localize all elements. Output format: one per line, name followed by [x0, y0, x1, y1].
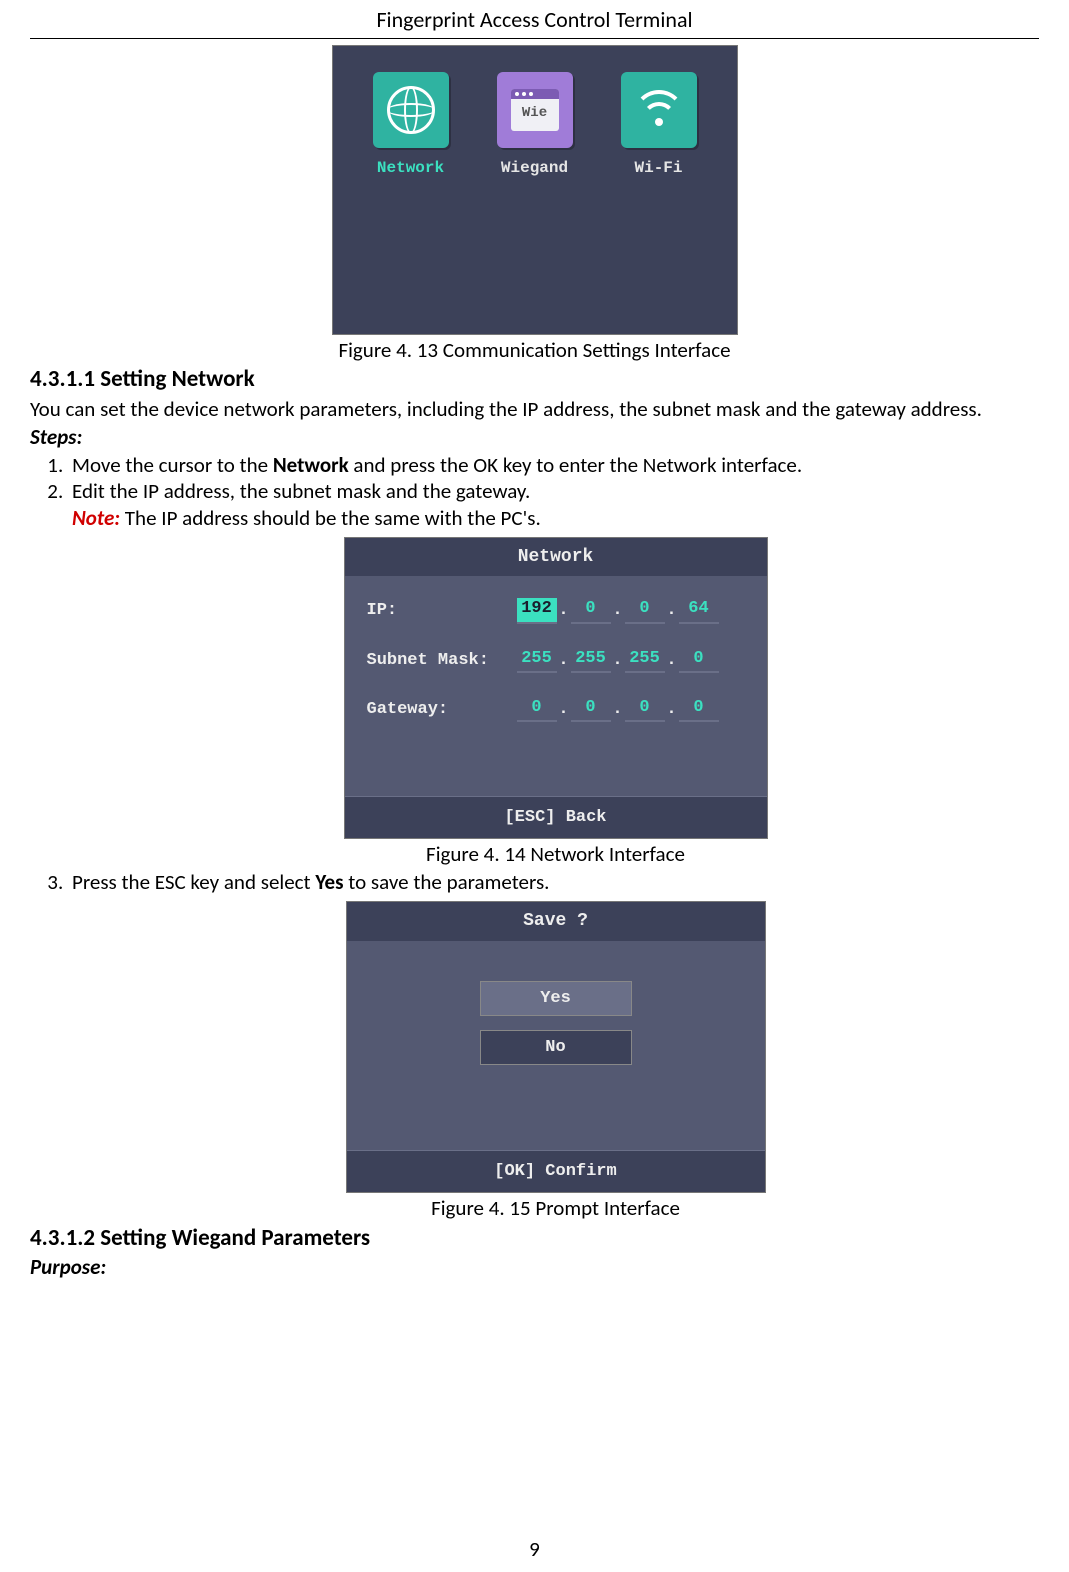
mask-octet-1[interactable]: 255: [517, 648, 557, 673]
figure-caption-13: Figure 4. 13 Communication Settings Inte…: [30, 337, 1039, 363]
ip-octet-2[interactable]: 0: [571, 598, 611, 623]
yes-button[interactable]: Yes: [480, 981, 632, 1016]
purpose-label: Purpose:: [30, 1254, 1039, 1280]
mask-octet-3[interactable]: 255: [625, 648, 665, 673]
network-title: Network: [345, 538, 767, 577]
intro-text: You can set the device network parameter…: [30, 396, 1039, 422]
menu-label-wifi: Wi-Fi: [634, 158, 682, 178]
save-title: Save ?: [347, 902, 765, 941]
wifi-icon: [621, 72, 697, 148]
esc-back[interactable]: [ESC] Back: [345, 796, 767, 838]
step-3: Press the ESC key and select Yes to save…: [68, 869, 1039, 1222]
page-header: Fingerprint Access Control Terminal: [30, 0, 1039, 39]
figure-comm-settings: Network Wie Wiegand Wi-Fi: [332, 45, 738, 335]
figure-network-interface: Network IP: 192. 0. 0. 64 Subnet Mask: 2…: [344, 537, 768, 839]
heading-setting-network: 4.3.1.1 Setting Network: [30, 365, 1039, 394]
figure-caption-15: Figure 4. 15 Prompt Interface: [72, 1195, 1039, 1221]
mask-octet-4[interactable]: 0: [679, 648, 719, 673]
mask-octet-2[interactable]: 255: [571, 648, 611, 673]
figure-prompt-interface: Save ? Yes No [OK] Confirm: [346, 901, 766, 1193]
gw-octet-3[interactable]: 0: [625, 697, 665, 722]
gw-octet-4[interactable]: 0: [679, 697, 719, 722]
gw-octet-1[interactable]: 0: [517, 697, 557, 722]
step-2: Edit the IP address, the subnet mask and…: [68, 478, 1039, 867]
menu-item-network[interactable]: Network: [364, 72, 458, 178]
wiegand-icon: Wie: [497, 72, 573, 148]
figure-caption-14: Figure 4. 14 Network Interface: [72, 841, 1039, 867]
row-gateway: Gateway: 0. 0. 0. 0: [367, 697, 745, 722]
ip-octet-1[interactable]: 192: [517, 598, 557, 623]
heading-wiegand: 4.3.1.2 Setting Wiegand Parameters: [30, 1224, 1039, 1253]
gw-octet-2[interactable]: 0: [571, 697, 611, 722]
menu-label-network: Network: [377, 158, 444, 178]
globe-icon: [373, 72, 449, 148]
steps-list: Move the cursor to the Network and press…: [68, 452, 1039, 1222]
no-button[interactable]: No: [480, 1030, 632, 1065]
menu-label-wiegand: Wiegand: [501, 158, 568, 178]
menu-item-wifi[interactable]: Wi-Fi: [612, 72, 706, 178]
note-label: Note:: [72, 505, 120, 531]
ok-confirm[interactable]: [OK] Confirm: [347, 1150, 765, 1192]
step-1: Move the cursor to the Network and press…: [68, 452, 1039, 478]
page-number: 9: [0, 1536, 1069, 1562]
ip-octet-4[interactable]: 64: [679, 598, 719, 623]
row-mask: Subnet Mask: 255. 255. 255. 0: [367, 648, 745, 673]
steps-label: Steps:: [30, 424, 1039, 450]
ip-octet-3[interactable]: 0: [625, 598, 665, 623]
menu-item-wiegand[interactable]: Wie Wiegand: [488, 72, 582, 178]
row-ip: IP: 192. 0. 0. 64: [367, 598, 745, 623]
